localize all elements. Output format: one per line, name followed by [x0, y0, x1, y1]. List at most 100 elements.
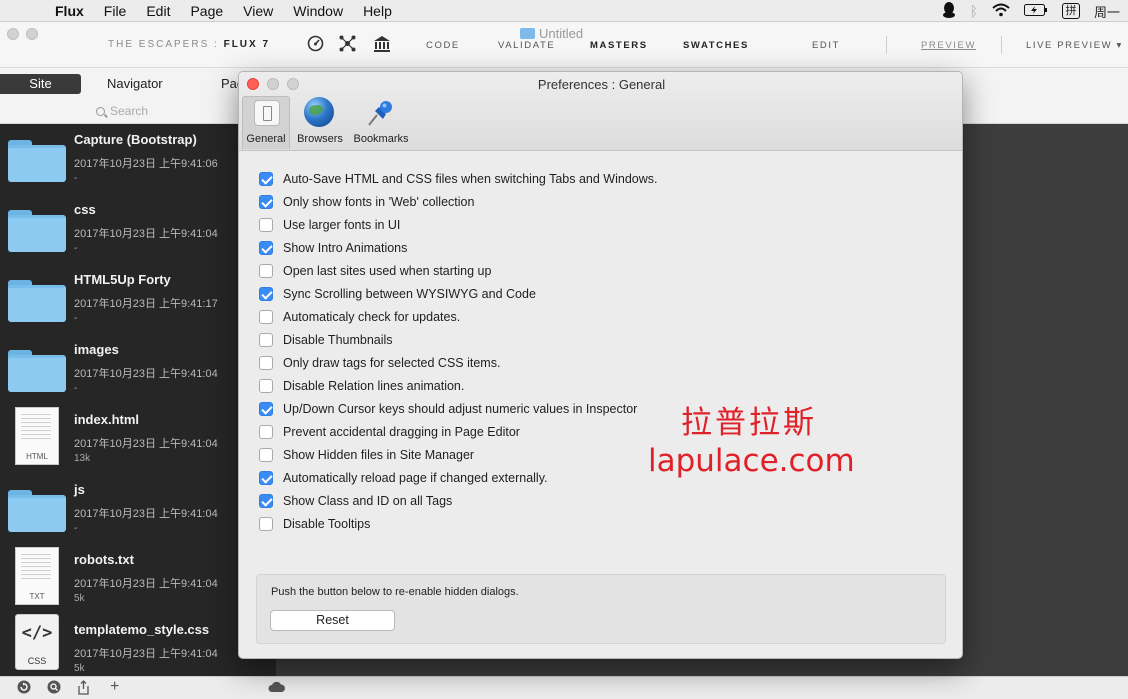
zoom-icon[interactable] — [47, 680, 61, 697]
option-row[interactable]: Only show fonts in 'Web' collection — [259, 193, 474, 211]
tab-navigator[interactable]: Navigator — [107, 76, 163, 91]
option-row[interactable]: Open last sites used when starting up — [259, 262, 491, 280]
swatches-link[interactable]: SWATCHES — [683, 40, 749, 51]
tab-bookmarks[interactable]: Bookmarks — [351, 96, 411, 149]
refresh-icon[interactable] — [17, 680, 31, 697]
menu-edit[interactable]: Edit — [146, 3, 170, 19]
window-close-button[interactable] — [7, 28, 19, 40]
switch-icon — [254, 100, 280, 126]
option-checkbox[interactable] — [259, 195, 273, 209]
option-checkbox[interactable] — [259, 517, 273, 531]
reset-button[interactable]: Reset — [270, 610, 395, 631]
list-item[interactable]: </> CSS templatemo_style.css 2017年10月23日… — [0, 614, 276, 676]
option-row[interactable]: Use larger fonts in UI — [259, 216, 400, 234]
option-checkbox[interactable] — [259, 264, 273, 278]
preview-link[interactable]: PREVIEW — [921, 40, 976, 51]
option-checkbox[interactable] — [259, 448, 273, 462]
option-row[interactable]: Show Hidden files in Site Manager — [259, 446, 474, 464]
folder-icon — [8, 280, 66, 322]
option-checkbox[interactable] — [259, 333, 273, 347]
option-checkbox[interactable] — [259, 218, 273, 232]
option-row[interactable]: Automatically reload page if changed ext… — [259, 469, 548, 487]
option-row[interactable]: Show Class and ID on all Tags — [259, 492, 452, 510]
menu-help[interactable]: Help — [363, 3, 392, 19]
menu-app[interactable]: Flux — [55, 3, 84, 19]
option-checkbox[interactable] — [259, 310, 273, 324]
watermark-en: lapulace.com — [648, 443, 855, 479]
option-checkbox[interactable] — [259, 172, 273, 186]
option-checkbox[interactable] — [259, 241, 273, 255]
option-row[interactable]: Sync Scrolling between WYSIWYG and Code — [259, 285, 536, 303]
option-row[interactable]: Disable Relation lines animation. — [259, 377, 464, 395]
list-item[interactable]: Capture (Bootstrap) 2017年10月23日 上午9:41:0… — [0, 124, 276, 194]
menu-page[interactable]: Page — [190, 3, 223, 19]
toolbar-divider — [1001, 36, 1002, 54]
option-label: Open last sites used when starting up — [283, 264, 492, 278]
gauge-icon[interactable] — [307, 35, 324, 57]
option-row[interactable]: Disable Tooltips — [259, 515, 370, 533]
tab-site[interactable]: Site — [0, 74, 81, 94]
folder-icon — [520, 28, 535, 39]
list-item[interactable]: images 2017年10月23日 上午9:41:04 - — [0, 334, 276, 404]
option-row[interactable]: Up/Down Cursor keys should adjust numeri… — [259, 400, 637, 418]
live-preview-link[interactable]: LIVE PREVIEW ▾ — [1026, 40, 1123, 51]
library-icon[interactable] — [373, 35, 391, 57]
bluetooth-icon[interactable]: ᛒ — [970, 3, 978, 19]
option-row[interactable]: Show Intro Animations — [259, 239, 407, 257]
menu-view[interactable]: View — [243, 3, 273, 19]
menu-window[interactable]: Window — [293, 3, 343, 19]
input-method-icon[interactable]: 拼 — [1061, 3, 1080, 19]
option-row[interactable]: Auto-Save HTML and CSS files when switch… — [259, 170, 657, 188]
option-checkbox[interactable] — [259, 471, 273, 485]
file-size: 5k — [74, 663, 85, 674]
list-item[interactable]: js 2017年10月23日 上午9:41:04 - — [0, 474, 276, 544]
list-item[interactable]: css 2017年10月23日 上午9:41:04 - — [0, 194, 276, 264]
edit-link[interactable]: EDIT — [812, 40, 840, 51]
battery-icon[interactable] — [1023, 3, 1048, 19]
menubar-clock[interactable]: 周一 — [1094, 2, 1120, 21]
option-row[interactable]: Disable Thumbnails — [259, 331, 393, 349]
search-input[interactable]: Search — [96, 104, 148, 118]
option-label: Automaticaly check for updates. — [283, 310, 461, 324]
file-name: js — [74, 482, 85, 497]
code-link[interactable]: CODE — [426, 40, 460, 51]
option-checkbox[interactable] — [259, 379, 273, 393]
option-checkbox[interactable] — [259, 494, 273, 508]
file-size: - — [74, 173, 78, 184]
file-size: - — [74, 243, 78, 254]
globe-icon — [304, 97, 334, 127]
option-label: Automatically reload page if changed ext… — [283, 471, 548, 485]
file-size: 5k — [74, 593, 85, 604]
file-name: css — [74, 202, 96, 217]
option-checkbox[interactable] — [259, 402, 273, 416]
brand-name: FLUX 7 — [223, 39, 271, 50]
network-icon[interactable] — [339, 35, 356, 57]
option-row[interactable]: Automaticaly check for updates. — [259, 308, 460, 326]
option-row[interactable]: Only draw tags for selected CSS items. — [259, 354, 500, 372]
qq-icon[interactable] — [942, 1, 956, 21]
dialog-title: Preferences : General — [537, 77, 666, 92]
list-item[interactable]: HTML index.html 2017年10月23日 上午9:41:04 13… — [0, 404, 276, 474]
menu-file[interactable]: File — [104, 3, 127, 19]
file-date: 2017年10月23日 上午9:41:17 — [74, 298, 218, 310]
option-checkbox[interactable] — [259, 425, 273, 439]
tab-browsers[interactable]: Browsers — [295, 96, 345, 149]
wifi-icon[interactable] — [992, 3, 1010, 20]
file-name: Capture (Bootstrap) — [74, 132, 197, 147]
masters-link[interactable]: MASTERS — [590, 40, 648, 51]
folder-icon — [8, 490, 66, 532]
list-item[interactable]: TXT robots.txt 2017年10月23日 上午9:41:04 5k — [0, 544, 276, 614]
list-item[interactable]: HTML5Up Forty 2017年10月23日 上午9:41:17 - — [0, 264, 276, 334]
add-icon[interactable]: + — [110, 678, 119, 696]
tab-general[interactable]: General — [242, 96, 290, 149]
option-checkbox[interactable] — [259, 356, 273, 370]
window-minimize-button[interactable] — [26, 28, 38, 40]
option-checkbox[interactable] — [259, 287, 273, 301]
cloud-icon[interactable] — [268, 680, 286, 696]
document-title: Untitled — [520, 26, 583, 41]
text-file-icon: TXT — [15, 547, 59, 605]
share-icon[interactable] — [77, 680, 90, 698]
option-row[interactable]: Prevent accidental dragging in Page Edit… — [259, 423, 520, 441]
validate-link[interactable]: VALIDATE — [498, 40, 555, 51]
preferences-dialog: Preferences : General General Browsers B… — [238, 71, 963, 659]
